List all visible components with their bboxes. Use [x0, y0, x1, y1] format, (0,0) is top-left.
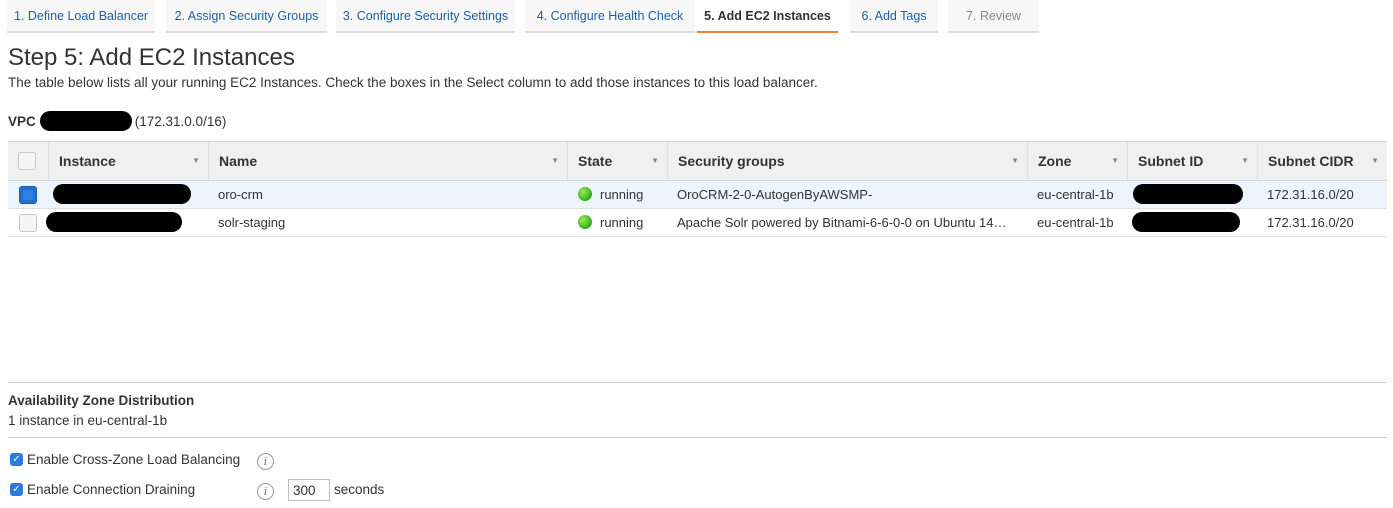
running-status-icon [578, 215, 592, 229]
vpc-label: VPC [8, 113, 36, 129]
state-label: running [600, 187, 644, 202]
page-title: Step 5: Add EC2 Instances [8, 44, 295, 71]
zone: eu-central-1b [1037, 215, 1114, 230]
draining-timeout-input[interactable] [288, 479, 330, 501]
subnet-cidr: 172.31.16.0/20 [1267, 215, 1354, 230]
column-header-state[interactable]: State ▼ [567, 142, 667, 180]
tab-add-tags[interactable]: 6. Add Tags [850, 0, 938, 33]
column-label: Security groups [678, 153, 785, 169]
select-all-checkbox[interactable] [18, 152, 36, 170]
redacted-instance-id [53, 184, 191, 204]
instance-state: running [578, 181, 643, 208]
table-row[interactable]: oro-crm running OroCRM-2-0-AutogenByAWSM… [8, 181, 1387, 209]
vpc-cidr: (172.31.0.0/16) [134, 113, 227, 129]
cross-zone-label[interactable]: Enable Cross-Zone Load Balancing [27, 452, 240, 467]
row-select-checkbox[interactable] [19, 214, 37, 232]
sort-icon: ▼ [1371, 156, 1379, 165]
column-label: Name [219, 153, 258, 169]
security-groups: OroCRM-2-0-AutogenByAWSMP- [677, 187, 873, 202]
table-row[interactable]: solr-staging running Apache Solr powered… [8, 209, 1387, 237]
wizard-tabs: 1. Define Load Balancer 2. Assign Securi… [7, 0, 1047, 33]
redacted-vpc-id [39, 111, 132, 131]
column-header-security-groups[interactable]: Security groups ▼ [667, 142, 1027, 180]
connection-draining-option: Enable Connection Draining [10, 482, 195, 497]
instance-name: oro-crm [218, 187, 263, 202]
tab-configure-security-settings[interactable]: 3. Configure Security Settings [336, 0, 515, 33]
redacted-subnet-id [1132, 212, 1240, 232]
tab-configure-health-check[interactable]: 4. Configure Health Check [525, 0, 695, 33]
instance-state: running [578, 209, 643, 236]
column-label: Subnet CIDR [1268, 153, 1354, 169]
az-distribution-text: 1 instance in eu-central-1b [8, 413, 168, 428]
column-label: Zone [1038, 153, 1072, 169]
divider [8, 437, 1387, 438]
column-header-zone[interactable]: Zone ▼ [1027, 142, 1127, 180]
column-label: Subnet ID [1138, 153, 1204, 169]
security-groups: Apache Solr powered by Bitnami-6-6-0-0 o… [677, 215, 1007, 230]
az-distribution-title: Availability Zone Distribution [8, 393, 195, 408]
sort-icon: ▼ [551, 156, 559, 165]
sort-icon: ▼ [1241, 156, 1249, 165]
sort-icon: ▼ [192, 156, 200, 165]
connection-draining-checkbox[interactable] [10, 483, 23, 496]
info-icon[interactable]: i [257, 483, 274, 500]
connection-draining-label[interactable]: Enable Connection Draining [27, 482, 195, 497]
sort-icon: ▼ [1111, 156, 1119, 165]
redacted-subnet-id [1133, 184, 1243, 204]
cross-zone-option: Enable Cross-Zone Load Balancing [10, 452, 240, 467]
state-label: running [600, 215, 644, 230]
column-label: Instance [59, 153, 116, 169]
page-description: The table below lists all your running E… [8, 75, 818, 90]
column-header-name[interactable]: Name ▼ [208, 142, 567, 180]
tab-review[interactable]: 7. Review [948, 0, 1039, 33]
column-header-subnet-id[interactable]: Subnet ID ▼ [1127, 142, 1257, 180]
column-header-instance[interactable]: Instance ▼ [48, 142, 208, 180]
tab-assign-security-groups[interactable]: 2. Assign Security Groups [166, 0, 327, 33]
vpc-info: VPC (172.31.0.0/16) [8, 111, 226, 131]
running-status-icon [578, 187, 592, 201]
zone: eu-central-1b [1037, 187, 1114, 202]
sort-icon: ▼ [1011, 156, 1019, 165]
divider [8, 382, 1387, 383]
info-icon[interactable]: i [257, 453, 274, 470]
tab-define-load-balancer[interactable]: 1. Define Load Balancer [7, 0, 155, 33]
cross-zone-checkbox[interactable] [10, 453, 23, 466]
column-label: State [578, 153, 613, 169]
sort-icon: ▼ [651, 156, 659, 165]
row-select-checkbox[interactable] [19, 186, 37, 204]
subnet-cidr: 172.31.16.0/20 [1267, 187, 1354, 202]
column-header-subnet-cidr[interactable]: Subnet CIDR ▼ [1257, 142, 1387, 180]
instances-table: Instance ▼ Name ▼ State ▼ Security groups ▼ … [8, 141, 1387, 237]
draining-timeout-unit: seconds [334, 482, 385, 497]
redacted-instance-id [46, 212, 182, 232]
instance-name: solr-staging [218, 215, 286, 230]
tab-add-ec2-instances[interactable]: 5. Add EC2 Instances [697, 0, 838, 33]
table-header: Instance ▼ Name ▼ State ▼ Security groups ▼ … [8, 141, 1387, 181]
